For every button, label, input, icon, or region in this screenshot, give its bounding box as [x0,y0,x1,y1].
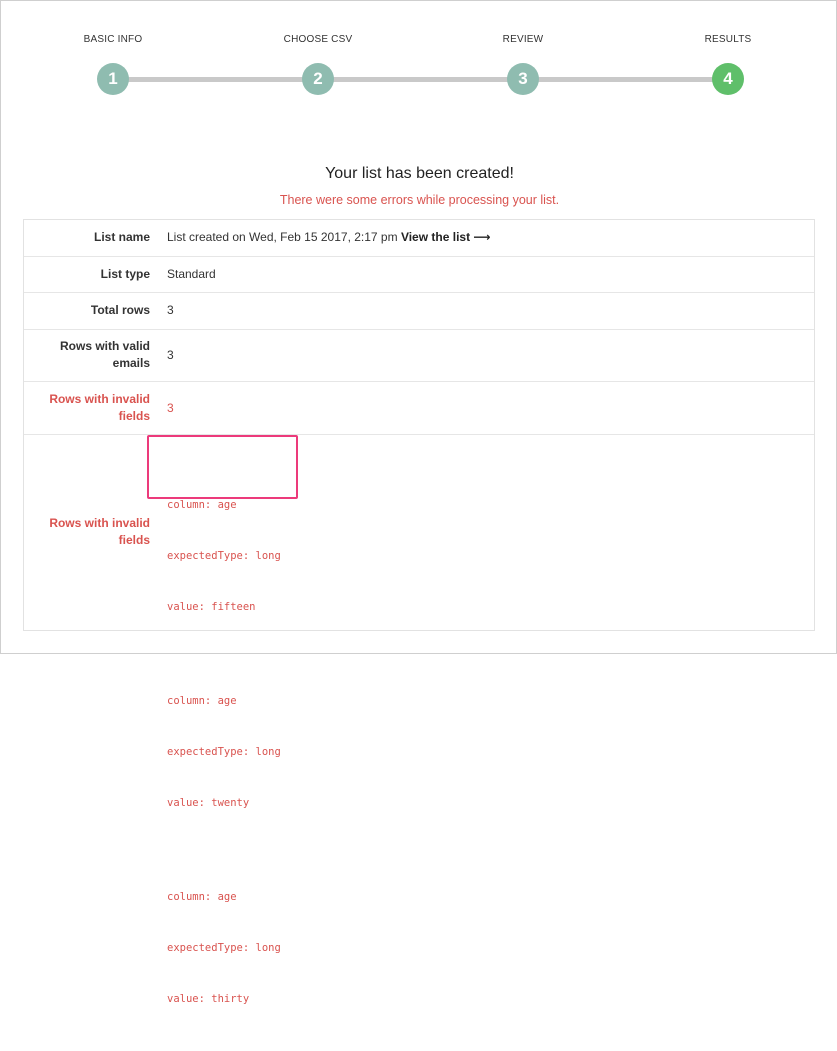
list-type-value: Standard [167,267,216,281]
step-label: BASIC INFO [83,34,143,45]
invalid-fields-value: 3 [167,401,174,415]
error-value: value: fifteen [167,601,256,613]
total-rows-value: 3 [167,303,174,317]
invalid-fields-label-line-1: Rows with invalid [49,392,150,406]
list-name-value: List created on Wed, Feb 15 2017, 2:17 p… [167,229,491,246]
list-name-text: List created on Wed, Feb 15 2017, 2:17 p… [167,230,398,244]
highlight-box [147,435,298,499]
error-column: column: age [167,695,237,707]
step-number-badge: 3 [507,63,539,95]
row-invalid-details: Rows with invalid fields column: age exp… [24,435,814,1005]
error-entry: column: age expectedType: long value: fi… [147,435,298,650]
error-message: There were some errors while processing … [279,193,560,207]
step-label: REVIEW [502,34,544,45]
invalid-fields-label: Rows with invalid fields [24,391,150,425]
valid-emails-label-line-2: emails [112,356,150,370]
invalid-details-label-line-2: fields [118,533,150,547]
error-value: value: thirty [167,993,250,1005]
row-list-name: List name List created on Wed, Feb 15 20… [24,220,814,257]
valid-emails-label: Rows with valid emails [24,338,150,372]
valid-emails-value: 3 [167,348,174,362]
row-list-type: List type Standard [24,257,814,293]
summary-table: List name List created on Wed, Feb 15 20… [23,219,815,1005]
list-name-label: List name [93,230,150,244]
error-entry: column: age expectedType: long value: th… [167,855,281,1042]
arrow-right-icon: ⟶ [473,230,491,244]
error-column: column: age [167,499,237,511]
step-results[interactable]: RESULTS 4 [668,33,788,95]
step-number-badge: 1 [97,63,129,95]
view-list-link[interactable]: View the list ⟶ [401,230,491,244]
step-label: CHOOSE CSV [283,34,353,45]
valid-emails-label-line-1: Rows with valid [59,339,150,353]
invalid-details-label: Rows with invalid fields [24,515,150,549]
row-valid-emails: Rows with valid emails 3 [24,330,814,382]
list-type-label: List type [100,267,150,281]
page-title: Your list has been created! [325,165,514,182]
error-column: column: age [167,891,237,903]
invalid-details-list: column: age expectedType: long value: fi… [147,435,298,1051]
error-value: value: twenty [167,797,250,809]
step-number-badge: 2 [302,63,334,95]
step-review[interactable]: REVIEW 3 [463,33,583,95]
progress-stepper: BASIC INFO 1 CHOOSE CSV 2 REVIEW 3 RESUL… [1,1,837,111]
invalid-fields-label-line-2: fields [118,409,150,423]
total-rows-label: Total rows [90,303,150,317]
view-list-label: View the list [400,230,471,244]
step-basic-info[interactable]: BASIC INFO 1 [53,33,173,95]
step-label: RESULTS [704,34,752,45]
row-total-rows: Total rows 3 [24,293,814,330]
step-number-badge: 4 [712,63,744,95]
error-expected-type: expectedType: long [167,746,281,758]
invalid-details-label-line-1: Rows with invalid [49,516,150,530]
row-invalid-fields: Rows with invalid fields 3 [24,382,814,435]
step-choose-csv[interactable]: CHOOSE CSV 2 [258,33,378,95]
stepper-track [113,77,728,82]
error-entry: column: age expectedType: long value: tw… [167,659,281,846]
results-page: BASIC INFO 1 CHOOSE CSV 2 REVIEW 3 RESUL… [0,0,837,1005]
error-expected-type: expectedType: long [167,942,281,954]
error-expected-type: expectedType: long [167,550,281,562]
